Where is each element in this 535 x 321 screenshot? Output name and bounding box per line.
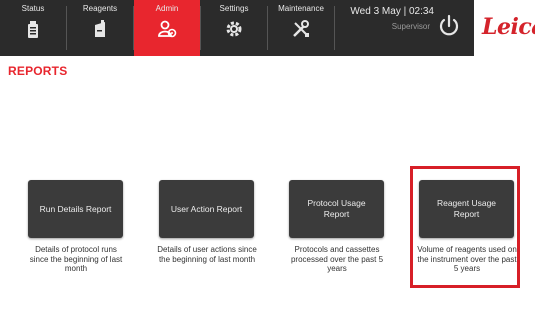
highlight-frame [410, 166, 520, 288]
user-role: Supervisor [391, 22, 430, 31]
tab-reagents[interactable]: Reagents [67, 0, 133, 56]
reagents-icon [95, 20, 105, 37]
run-details-report-button[interactable]: Run Details Report [28, 180, 123, 238]
top-navigation-bar: Status Reagents Admin Settings Maintenan… [0, 0, 535, 56]
tab-admin[interactable]: Admin [134, 0, 200, 56]
date-time: Wed 3 May | 02:34 [350, 6, 434, 17]
status-icon [28, 21, 38, 38]
page-title: REPORTS [8, 64, 68, 78]
power-icon[interactable] [436, 13, 462, 39]
tab-admin-label: Admin [155, 4, 179, 13]
settings-icon [226, 21, 242, 37]
tab-reagents-label: Reagents [82, 4, 118, 13]
tab-status-label: Status [21, 4, 45, 13]
tab-settings-label: Settings [219, 4, 249, 13]
run-details-report-description: Details of protocol runs since the begin… [29, 245, 123, 273]
user-action-report-button[interactable]: User Action Report [159, 180, 254, 238]
tab-maintenance-label: Maintenance [278, 4, 324, 13]
tab-status[interactable]: Status [0, 0, 66, 56]
admin-icon [158, 20, 177, 38]
protocol-usage-report-description: Protocols and cassettes processed over t… [290, 245, 384, 273]
tab-settings[interactable]: Settings [201, 0, 267, 56]
leica-logo: Leica [482, 14, 535, 40]
maintenance-icon [293, 20, 309, 37]
user-action-report-description: Details of user actions since the beginn… [157, 245, 257, 264]
tab-maintenance[interactable]: Maintenance [268, 0, 334, 56]
protocol-usage-report-button[interactable]: Protocol Usage Report [289, 180, 384, 238]
